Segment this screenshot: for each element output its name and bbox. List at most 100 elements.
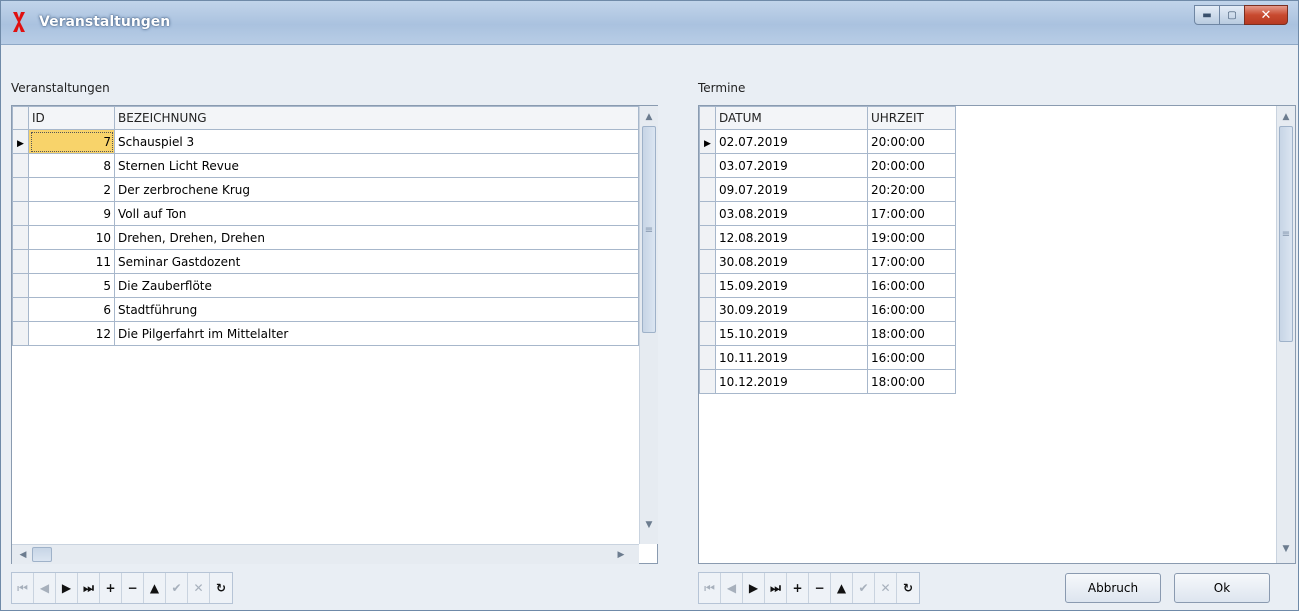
cell-uhrzeit[interactable]: 18:00:00 bbox=[867, 321, 956, 346]
appointments-vertical-scrollbar[interactable]: ▲ ≡ ▼ bbox=[1276, 106, 1295, 563]
nav-cancel-icon[interactable]: ✕ bbox=[875, 573, 897, 603]
cell-uhrzeit[interactable]: 16:00:00 bbox=[867, 273, 956, 298]
nav-insert-icon[interactable]: + bbox=[787, 573, 809, 603]
current-row-arrow-icon[interactable]: ▶ bbox=[12, 129, 29, 154]
events-grid[interactable]: ID BEZEICHNUNG ▶ 7 Schauspiel 3 8 Sternen Li… bbox=[11, 105, 658, 564]
cell-bezeichnung[interactable]: Stadtführung bbox=[114, 297, 639, 322]
scrollbar-thumb[interactable]: ≡ bbox=[1279, 126, 1293, 342]
row-indicator[interactable] bbox=[12, 321, 29, 346]
cell-id[interactable]: 12 bbox=[28, 321, 115, 346]
ok-button[interactable]: Ok bbox=[1174, 573, 1270, 603]
nav-refresh-icon[interactable]: ↻ bbox=[897, 573, 919, 603]
scroll-up-icon[interactable]: ▲ bbox=[640, 108, 658, 126]
nav-post-icon[interactable]: ✔ bbox=[166, 573, 188, 603]
table-row[interactable]: 8 Sternen Licht Revue bbox=[12, 153, 639, 178]
nav-edit-icon[interactable]: ▲ bbox=[144, 573, 166, 603]
cell-datum[interactable]: 03.07.2019 bbox=[715, 153, 868, 178]
cell-uhrzeit[interactable]: 19:00:00 bbox=[867, 225, 956, 250]
cell-uhrzeit[interactable]: 20:00:00 bbox=[867, 153, 956, 178]
cell-bezeichnung[interactable]: Der zerbrochene Krug bbox=[114, 177, 639, 202]
nav-next-icon[interactable]: ▶ bbox=[743, 573, 765, 603]
row-indicator[interactable] bbox=[12, 225, 29, 250]
minimize-icon[interactable]: ▬ bbox=[1194, 5, 1220, 25]
cell-id[interactable]: 2 bbox=[28, 177, 115, 202]
cell-uhrzeit[interactable]: 16:00:00 bbox=[867, 297, 956, 322]
cancel-button[interactable]: Abbruch bbox=[1065, 573, 1161, 603]
column-header-bezeichnung[interactable]: BEZEICHNUNG bbox=[114, 106, 639, 130]
close-icon[interactable]: ✕ bbox=[1244, 5, 1288, 25]
row-indicator[interactable] bbox=[699, 345, 716, 370]
table-row[interactable]: 30.09.2019 16:00:00 bbox=[699, 297, 956, 322]
events-vertical-scrollbar[interactable]: ▲ ≡ ▼ bbox=[639, 106, 658, 544]
cell-uhrzeit[interactable]: 16:00:00 bbox=[867, 345, 956, 370]
nav-post-icon[interactable]: ✔ bbox=[853, 573, 875, 603]
scroll-left-icon[interactable]: ◀ bbox=[14, 545, 32, 564]
cell-datum[interactable]: 15.10.2019 bbox=[715, 321, 868, 346]
table-row[interactable]: 2 Der zerbrochene Krug bbox=[12, 177, 639, 202]
row-indicator[interactable] bbox=[12, 297, 29, 322]
row-indicator[interactable] bbox=[12, 273, 29, 298]
row-indicator[interactable] bbox=[699, 369, 716, 394]
cell-bezeichnung[interactable]: Die Pilgerfahrt im Mittelalter bbox=[114, 321, 639, 346]
current-row-arrow-icon[interactable]: ▶ bbox=[699, 129, 716, 154]
cell-bezeichnung[interactable]: Sternen Licht Revue bbox=[114, 153, 639, 178]
table-row[interactable]: 15.09.2019 16:00:00 bbox=[699, 273, 956, 298]
row-indicator[interactable] bbox=[699, 153, 716, 178]
cell-id[interactable]: 7 bbox=[28, 129, 115, 154]
table-row[interactable]: 6 Stadtführung bbox=[12, 297, 639, 322]
cell-uhrzeit[interactable]: 17:00:00 bbox=[867, 249, 956, 274]
nav-cancel-icon[interactable]: ✕ bbox=[188, 573, 210, 603]
cell-bezeichnung[interactable]: Die Zauberflöte bbox=[114, 273, 639, 298]
row-indicator[interactable] bbox=[699, 201, 716, 226]
column-header-id[interactable]: ID bbox=[28, 106, 115, 130]
hscrollbar-thumb[interactable] bbox=[32, 547, 52, 562]
scroll-down-icon[interactable]: ▼ bbox=[1277, 540, 1295, 558]
cell-datum[interactable]: 10.12.2019 bbox=[715, 369, 868, 394]
nav-first-icon[interactable]: ⏮ bbox=[699, 573, 721, 603]
cell-datum[interactable]: 10.11.2019 bbox=[715, 345, 868, 370]
table-row[interactable]: 03.07.2019 20:00:00 bbox=[699, 153, 956, 178]
nav-next-icon[interactable]: ▶ bbox=[56, 573, 78, 603]
row-indicator[interactable] bbox=[12, 249, 29, 274]
cell-datum[interactable]: 30.09.2019 bbox=[715, 297, 868, 322]
appointments-grid[interactable]: DATUM UHRZEIT ▶ 02.07.2019 20:00:00 03.07.2… bbox=[698, 105, 1296, 564]
maximize-icon[interactable]: ▢ bbox=[1219, 5, 1245, 25]
nav-insert-icon[interactable]: + bbox=[100, 573, 122, 603]
table-row[interactable]: 5 Die Zauberflöte bbox=[12, 273, 639, 298]
table-row[interactable]: 10.11.2019 16:00:00 bbox=[699, 345, 956, 370]
table-row[interactable]: 15.10.2019 18:00:00 bbox=[699, 321, 956, 346]
cell-id[interactable]: 8 bbox=[28, 153, 115, 178]
row-indicator[interactable] bbox=[699, 225, 716, 250]
row-indicator[interactable] bbox=[699, 249, 716, 274]
nav-refresh-icon[interactable]: ↻ bbox=[210, 573, 232, 603]
title-bar[interactable]: Veranstaltungen ▬ ▢ ✕ bbox=[1, 1, 1298, 45]
table-row[interactable]: ▶ 02.07.2019 20:00:00 bbox=[699, 129, 956, 154]
row-indicator[interactable] bbox=[699, 273, 716, 298]
row-indicator[interactable] bbox=[699, 321, 716, 346]
scrollbar-thumb[interactable]: ≡ bbox=[642, 126, 656, 333]
table-row[interactable]: 03.08.2019 17:00:00 bbox=[699, 201, 956, 226]
column-header-datum[interactable]: DATUM bbox=[715, 106, 868, 130]
cell-datum[interactable]: 03.08.2019 bbox=[715, 201, 868, 226]
row-indicator[interactable] bbox=[699, 177, 716, 202]
cell-id[interactable]: 9 bbox=[28, 201, 115, 226]
cell-datum[interactable]: 15.09.2019 bbox=[715, 273, 868, 298]
cell-bezeichnung[interactable]: Seminar Gastdozent bbox=[114, 249, 639, 274]
cell-bezeichnung[interactable]: Drehen, Drehen, Drehen bbox=[114, 225, 639, 250]
nav-last-icon[interactable]: ⏭ bbox=[765, 573, 787, 603]
cell-bezeichnung[interactable]: Schauspiel 3 bbox=[114, 129, 639, 154]
cell-uhrzeit[interactable]: 20:20:00 bbox=[867, 177, 956, 202]
nav-first-icon[interactable]: ⏮ bbox=[12, 573, 34, 603]
row-indicator[interactable] bbox=[12, 201, 29, 226]
table-row[interactable]: 09.07.2019 20:20:00 bbox=[699, 177, 956, 202]
table-row[interactable]: 9 Voll auf Ton bbox=[12, 201, 639, 226]
cell-uhrzeit[interactable]: 20:00:00 bbox=[867, 129, 956, 154]
row-indicator[interactable] bbox=[12, 153, 29, 178]
scroll-down-icon[interactable]: ▼ bbox=[640, 516, 658, 534]
table-row[interactable]: 30.08.2019 17:00:00 bbox=[699, 249, 956, 274]
cell-uhrzeit[interactable]: 18:00:00 bbox=[867, 369, 956, 394]
nav-edit-icon[interactable]: ▲ bbox=[831, 573, 853, 603]
row-indicator[interactable] bbox=[699, 297, 716, 322]
table-row[interactable]: 10.12.2019 18:00:00 bbox=[699, 369, 956, 394]
column-header-uhrzeit[interactable]: UHRZEIT bbox=[867, 106, 956, 130]
